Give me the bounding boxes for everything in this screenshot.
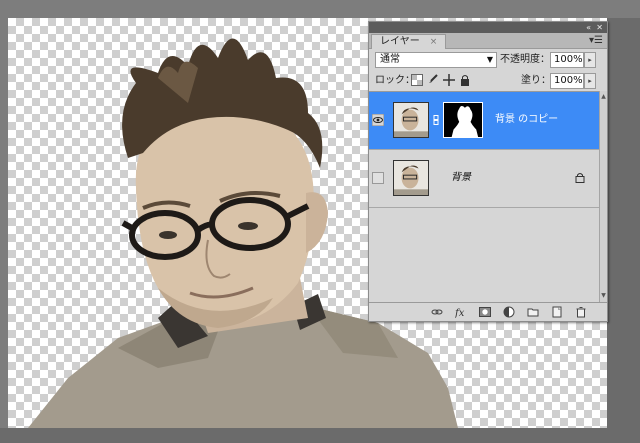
tab-close-icon[interactable]: ×: [430, 37, 438, 47]
tab-layers[interactable]: レイヤー ×: [371, 34, 447, 49]
opacity-input[interactable]: 100%: [550, 52, 584, 68]
lock-all-icon[interactable]: [459, 74, 471, 86]
chevron-down-icon: ▼: [486, 55, 493, 64]
visibility-toggle[interactable]: [372, 172, 384, 184]
lock-label: ロック：: [375, 75, 415, 86]
fill-input[interactable]: 100%: [550, 73, 584, 89]
layer-name[interactable]: 背景 のコピー: [495, 113, 558, 127]
lock-fill-row: ロック： 塗り： 100% ▸: [369, 71, 607, 91]
layer-thumbnail: [393, 160, 429, 196]
fx-icon[interactable]: fx: [455, 306, 467, 318]
blend-opacity-row: 通常 ▼ 不透明度： 100% ▸: [369, 50, 607, 70]
layer-row-background-copy[interactable]: 背景 のコピー: [369, 92, 599, 150]
blend-mode-select[interactable]: 通常 ▼: [375, 52, 497, 68]
close-icon[interactable]: ✕: [596, 22, 603, 33]
layers-scrollbar[interactable]: ▲ ▼: [599, 91, 607, 302]
brush-icon[interactable]: [427, 74, 439, 86]
layer-thumbnail: [393, 102, 429, 138]
new-layer-icon[interactable]: [551, 306, 563, 318]
fill-slider-arrow[interactable]: ▸: [584, 73, 596, 89]
opacity-slider-arrow[interactable]: ▸: [584, 52, 596, 68]
adjustment-layer-icon[interactable]: [503, 306, 515, 318]
move-icon[interactable]: [443, 74, 455, 86]
layers-list: 背景 のコピー 背景: [369, 91, 599, 302]
layer-name[interactable]: 背景: [451, 171, 471, 185]
panel-tab-bar: レイヤー × ▾☰: [369, 33, 607, 49]
trash-icon[interactable]: [575, 306, 587, 318]
workspace-background: [607, 18, 640, 443]
layers-panel: « ✕ レイヤー × ▾☰ 通常 ▼ 不透明度： 100% ▸ ロック： 塗り：…: [368, 21, 608, 322]
panel-bottom-toolbar: fx: [369, 302, 607, 321]
workspace-bottom: [0, 428, 640, 443]
new-group-icon[interactable]: [527, 306, 539, 318]
chain-link-icon[interactable]: [433, 115, 439, 125]
lock-transparent-pixels-icon[interactable]: [411, 74, 423, 86]
collapse-icon[interactable]: «: [586, 22, 591, 33]
blend-mode-value: 通常: [380, 54, 400, 65]
scroll-up-icon[interactable]: ▲: [600, 93, 607, 101]
panel-menu-icon[interactable]: ▾☰: [589, 35, 603, 46]
eye-icon[interactable]: [372, 114, 384, 126]
fill-label: 塗り：: [521, 75, 551, 86]
scroll-down-icon[interactable]: ▼: [600, 292, 607, 300]
panel-titlebar[interactable]: « ✕: [369, 22, 607, 33]
link-layers-icon[interactable]: [431, 306, 443, 318]
add-mask-icon[interactable]: [479, 306, 491, 318]
tab-layers-label: レイヤー: [380, 36, 420, 47]
lock-icon: [575, 173, 585, 183]
svg-text:fx: fx: [455, 308, 465, 318]
layer-mask-thumbnail[interactable]: [443, 102, 483, 138]
opacity-label: 不透明度：: [500, 54, 550, 65]
layer-row-background[interactable]: 背景: [369, 150, 599, 208]
